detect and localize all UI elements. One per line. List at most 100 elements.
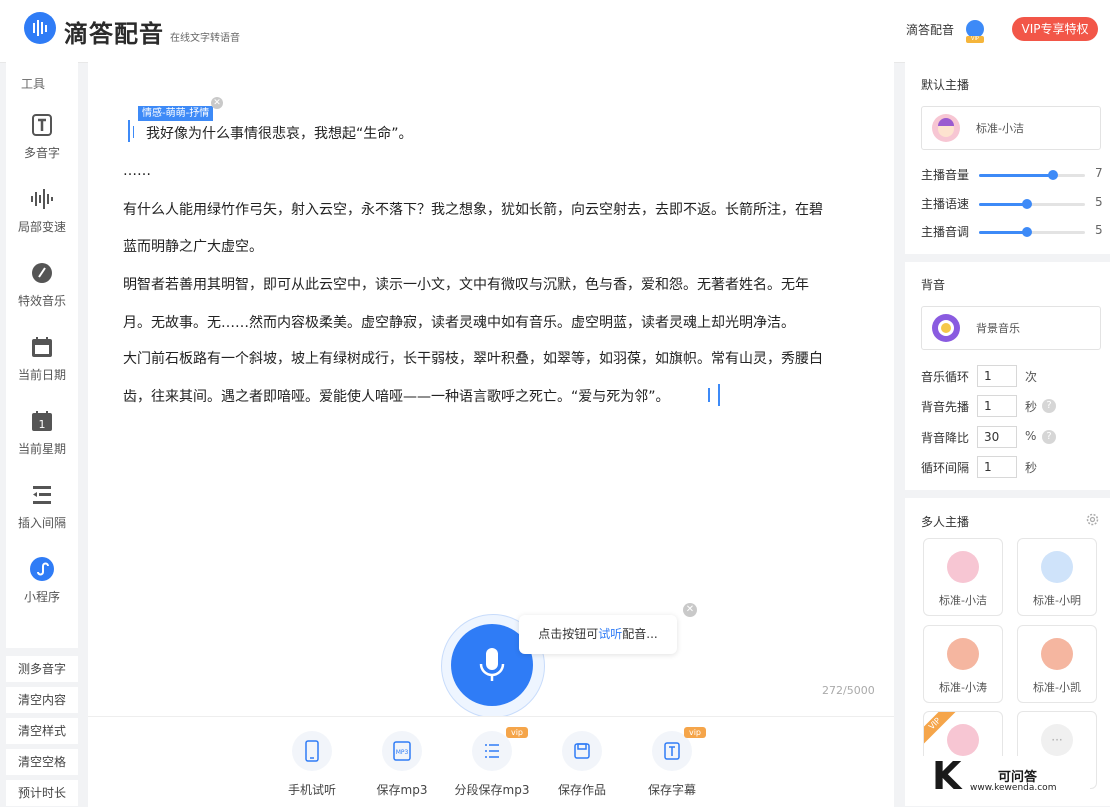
tool-effect-music[interactable]: 特效音乐	[6, 260, 78, 309]
calendar-icon	[29, 334, 55, 360]
anchor-card-xiaoming[interactable]: 标准-小明	[1017, 538, 1097, 616]
anchor-card-xiaotao[interactable]: 标准-小涛	[923, 625, 1003, 703]
setting-unit: 秒	[1025, 461, 1038, 475]
save-work-button[interactable]: 保存作品	[532, 731, 632, 798]
bottom-toolbar: 手机试听 MP3 保存mp3 分段保存mp3 vip 保存作品 保存字幕 vip	[88, 716, 894, 807]
music-loop-input[interactable]: 1	[977, 365, 1017, 387]
female-avatar-icon	[932, 114, 960, 142]
male-avatar-icon	[1041, 638, 1073, 670]
phone-preview-button[interactable]: 手机试听	[262, 731, 362, 798]
female-avatar-icon	[947, 551, 979, 583]
paragraph-8[interactable]: 齿，往来其间。遇之者即喑哑。爱能使人喑哑——一种语言歌呼之死亡。“爱与死为邻”。	[123, 386, 670, 406]
vip-privilege-button[interactable]: VIP专享特权	[1012, 17, 1098, 41]
hint-suffix: 配音...	[622, 627, 658, 641]
save-icon	[562, 731, 602, 771]
close-icon[interactable]: ✕	[683, 603, 697, 617]
tool-label: 特效音乐	[17, 294, 66, 308]
segment-save-mp3-button[interactable]: 分段保存mp3	[442, 731, 542, 798]
clear-style-button[interactable]: 清空样式	[6, 718, 78, 744]
slider-knob[interactable]	[1022, 227, 1032, 237]
tool-insert-gap[interactable]: 插入间隔	[6, 482, 78, 531]
clear-space-button[interactable]: 清空空格	[6, 749, 78, 775]
slider-label: 主播音量	[921, 168, 970, 182]
bottom-label: 保存作品	[557, 783, 606, 797]
female-avatar-icon	[947, 724, 979, 756]
panel-title: 默认主播	[921, 78, 970, 92]
bottom-label: 保存mp3	[376, 783, 428, 797]
music-disc-icon	[932, 314, 960, 342]
emotion-tag[interactable]: 情感-萌萌-抒情	[138, 106, 214, 121]
tool-current-week[interactable]: 1 当前星期	[6, 408, 78, 457]
male-avatar-icon	[1041, 551, 1073, 583]
slider-knob[interactable]	[1022, 199, 1032, 209]
estimate-duration-button[interactable]: 预计时长	[6, 780, 78, 806]
logo-mic-icon[interactable]	[24, 12, 56, 44]
help-icon[interactable]: ?	[1042, 399, 1056, 413]
close-icon[interactable]: ✕	[211, 97, 223, 109]
loop-interval-input[interactable]: 1	[977, 456, 1017, 478]
male-avatar-icon	[947, 638, 979, 670]
vip-avatar-badge: VIP	[966, 36, 984, 43]
paragraph-6[interactable]: 月。无故事。无……然而内容极柔美。虚空静寂，读者灵魂中如有音乐。虚空明蓝，读者灵…	[123, 312, 795, 332]
calendar-week-icon: 1	[29, 408, 55, 434]
voice-end-marker	[708, 388, 710, 402]
music-reduce-ratio-input[interactable]: 30	[977, 426, 1017, 448]
tool-label: 当前日期	[17, 368, 66, 382]
default-voice-card[interactable]: 标准-小洁	[921, 106, 1101, 150]
help-icon[interactable]: ?	[1042, 430, 1056, 444]
setting-unit: 秒	[1025, 400, 1038, 414]
slider-knob[interactable]	[1048, 170, 1058, 180]
more-icon: ···	[1041, 724, 1073, 756]
clear-content-button[interactable]: 清空内容	[6, 687, 78, 713]
voice-start-marker	[128, 120, 130, 142]
tools-label: 工具	[21, 77, 46, 91]
gear-icon[interactable]	[1085, 512, 1100, 531]
char-counter: 272/5000	[822, 684, 875, 697]
polyphone-icon	[29, 112, 55, 138]
tool-local-speed[interactable]: 局部变速	[6, 186, 78, 235]
watermark-letter: K	[932, 754, 962, 798]
save-mp3-button[interactable]: MP3 保存mp3	[352, 731, 452, 798]
anchor-name: 标准-小洁	[939, 594, 987, 607]
tool-mini-program[interactable]: 小程序	[6, 556, 78, 605]
paragraph-5[interactable]: 明智者若善用其明智，即可从此云空中，读示一小文，文中有微叹与沉默，色与香，爱和怨…	[123, 274, 809, 294]
svg-text:1: 1	[39, 418, 46, 431]
paragraph-7[interactable]: 大门前石板路有一个斜坡，坡上有绿树成行，长干弱枝，翠叶积叠，如翠等，如羽葆，如旗…	[123, 348, 823, 368]
vip-badge: vip	[506, 727, 528, 738]
panel-title: 多人主播	[921, 515, 970, 529]
preview-hint-tooltip: 点击按钮可试听配音...	[519, 615, 677, 654]
setting-unit: 次	[1025, 370, 1038, 384]
pitch-slider[interactable]	[979, 227, 1085, 237]
waveform-icon	[29, 186, 55, 212]
svg-text:MP3: MP3	[396, 749, 409, 756]
slider-value: 5	[1095, 223, 1103, 237]
anchor-card-xiaokai[interactable]: 标准-小凯	[1017, 625, 1097, 703]
slider-value: 5	[1095, 195, 1103, 209]
hint-preview-link[interactable]: 试听	[598, 627, 622, 641]
paragraph-4[interactable]: 蓝而明静之广大虚空。	[123, 236, 263, 256]
music-first-play-input[interactable]: 1	[977, 395, 1017, 417]
app-title[interactable]: 滴答配音	[64, 14, 164, 49]
tool-polyphone[interactable]: 多音字	[6, 112, 78, 161]
background-music-card[interactable]: 背景音乐	[921, 306, 1101, 350]
voice-end-marker-outer	[718, 384, 720, 406]
tool-label: 局部变速	[17, 220, 66, 234]
vip-badge: vip	[684, 727, 706, 738]
user-name[interactable]: 滴答配音	[906, 21, 954, 38]
speed-slider[interactable]	[979, 199, 1085, 209]
setting-label: 音乐循环	[921, 370, 970, 384]
tool-current-date[interactable]: 当前日期	[6, 334, 78, 383]
volume-slider[interactable]	[979, 170, 1085, 180]
paragraph-2[interactable]: ……	[123, 163, 151, 179]
save-subtitle-button[interactable]: 保存字幕	[622, 731, 722, 798]
check-polyphone-button[interactable]: 测多音字	[6, 656, 78, 682]
setting-label: 背音先播	[921, 400, 970, 414]
tools-panel: 工具 多音字 局部变速 特效音乐 当前日期 1 当前星期 插入间隔 小程序	[6, 62, 78, 648]
slider-label: 主播音调	[921, 225, 970, 239]
paragraph-3[interactable]: 有什么人能用绿竹作弓矢，射入云空，永不落下？我之想象，犹如长箭，向云空射去，去即…	[123, 199, 823, 219]
setting-label: 背音降比	[921, 431, 970, 445]
paragraph-1[interactable]: 我好像为什么事情很悲哀，我想起“生命”。	[146, 123, 413, 143]
track-name: 背景音乐	[976, 322, 1020, 335]
anchor-name: 标准-小凯	[1033, 681, 1081, 694]
anchor-card-xiaojie[interactable]: 标准-小洁	[923, 538, 1003, 616]
